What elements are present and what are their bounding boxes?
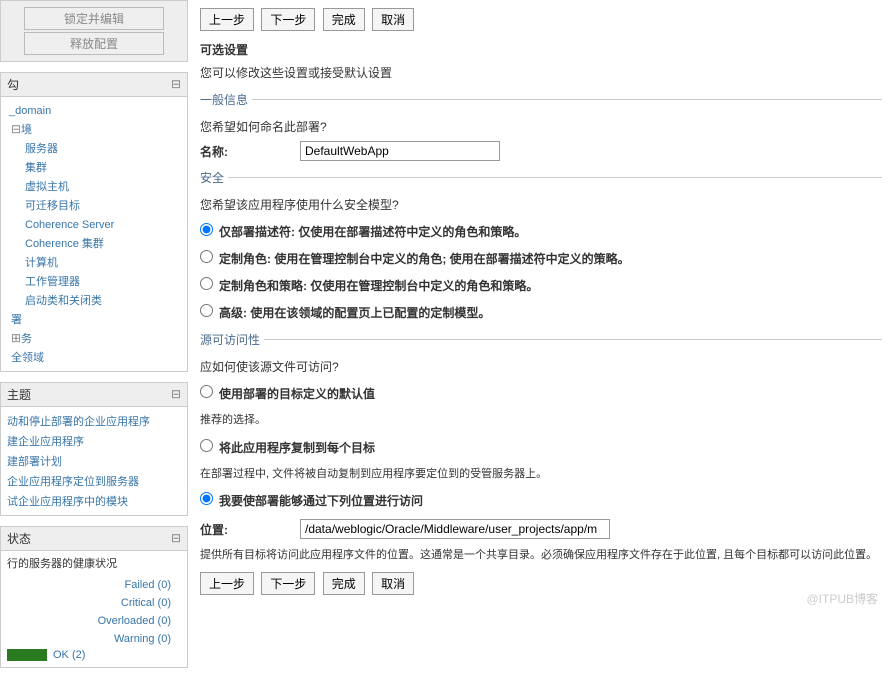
prev-button[interactable]: 上一步 [200,572,254,595]
source-rec: 推荐的选择。 [200,412,882,429]
wizard-buttons-top: 上一步 下一步 完成 取消 [200,8,882,31]
next-button[interactable]: 下一步 [261,8,315,31]
status-list: Failed (0) Critical (0) Overloaded (0) W… [7,575,181,663]
next-button[interactable]: 下一步 [261,572,315,595]
general-legend: 一般信息 [200,91,252,108]
cancel-button[interactable]: 取消 [372,8,414,31]
collapse-icon[interactable]: ⊟ [171,531,181,546]
general-fieldset: 一般信息 [200,91,882,108]
tree-domain[interactable]: _domain [9,105,51,117]
main-content: 上一步 下一步 完成 取消 可选设置 您可以修改这些设置或接受默认设置 一般信息… [200,0,890,613]
status-overloaded[interactable]: Overloaded (0) [98,615,171,627]
nav-header: 勾 [7,76,19,93]
source-legend: 源可访问性 [200,331,264,348]
tree-env[interactable]: 境 [21,124,32,136]
tree-vhosts[interactable]: 虚拟主机 [25,181,69,193]
status-desc: 行的服务器的健康状况 [7,555,181,571]
security-question: 您希望该应用程序使用什么安全模型? [200,196,882,213]
release-config-button[interactable]: 释放配置 [24,32,164,55]
security-legend: 安全 [200,169,228,186]
task-link[interactable]: 建部署计划 [7,456,62,468]
name-label: 名称: [200,143,300,160]
source-opt2: 将此应用程序复制到每个目标 [219,439,375,456]
source-opt3: 我要使部署能够通过下列位置进行访问 [219,492,423,509]
status-warning[interactable]: Warning (0) [114,633,171,645]
domain-structure-panel: 勾 ⊟ _domain ⊟境 服务器 集群 虚拟主机 可迁移目标 Coheren… [0,72,188,372]
tree-deploy[interactable]: 署 [11,314,22,326]
task-link[interactable]: 建企业应用程序 [7,436,84,448]
tree-migratable[interactable]: 可迁移目标 [25,200,80,212]
name-input[interactable] [300,141,500,161]
security-radio-1[interactable] [200,223,213,236]
status-ok[interactable]: OK (2) [53,649,85,661]
collapse-icon[interactable]: ⊟ [171,387,181,402]
source-radio-2[interactable] [200,439,213,452]
tree-coherence-cluster[interactable]: Coherence 集群 [25,238,104,250]
tree-startup[interactable]: 启动类和关闭类 [25,295,102,307]
source-radio-1[interactable] [200,385,213,398]
source-copy-desc: 在部署过程中, 文件将被自动复制到应用程序要定位到的受管服务器上。 [200,466,882,483]
security-opt2: 定制角色: 使用在管理控制台中定义的角色; 使用在部署描述符中定义的策略。 [219,250,630,267]
tree-coherence-server[interactable]: Coherence Server [25,219,114,231]
security-radio-3[interactable] [200,277,213,290]
security-opt3: 定制角色和策略: 仅使用在管理控制台中定义的角色和策略。 [219,277,538,294]
source-question: 应如何使该源文件可访问? [200,358,882,375]
prev-button[interactable]: 上一步 [200,8,254,31]
status-critical[interactable]: Critical (0) [121,597,171,609]
task-link[interactable]: 动和停止部署的企业应用程序 [7,416,150,428]
tasks-panel: 主题 ⊟ 动和停止部署的企业应用程序 建企业应用程序 建部署计划 企业应用程序定… [0,382,188,516]
tree-servers[interactable]: 服务器 [25,143,58,155]
status-header: 状态 [7,530,31,547]
nav-tree: _domain ⊟境 服务器 集群 虚拟主机 可迁移目标 Coherence S… [7,101,181,367]
lock-edit-button[interactable]: 锁定并编辑 [24,7,164,30]
cancel-button[interactable]: 取消 [372,572,414,595]
optional-settings-desc: 您可以修改这些设置或接受默认设置 [200,64,882,81]
security-radio-2[interactable] [200,250,213,263]
collapse-icon[interactable]: ⊟ [171,77,181,92]
status-panel: 状态 ⊟ 行的服务器的健康状况 Failed (0) Critical (0) … [0,526,188,668]
location-input[interactable] [300,519,610,539]
optional-settings-title: 可选设置 [200,41,882,58]
security-fieldset: 安全 [200,169,882,186]
tree-workmanager[interactable]: 工作管理器 [25,276,80,288]
finish-button[interactable]: 完成 [323,572,365,595]
task-link[interactable]: 试企业应用程序中的模块 [7,496,128,508]
task-list: 动和停止部署的企业应用程序 建企业应用程序 建部署计划 企业应用程序定位到服务器… [7,411,181,511]
tree-security[interactable]: 全领域 [11,352,44,364]
ok-bar-icon [7,649,47,661]
watermark: @ITPUB博客 [806,590,878,607]
location-label: 位置: [200,521,300,538]
task-link[interactable]: 企业应用程序定位到服务器 [7,476,139,488]
location-help: 提供所有目标将访问此应用程序文件的位置。这通常是一个共享目录。必须确保应用程序文… [200,547,882,564]
tree-computers[interactable]: 计算机 [25,257,58,269]
change-center-panel: 锁定并编辑 释放配置 [0,0,188,62]
status-failed[interactable]: Failed (0) [125,579,171,591]
security-opt4: 高级: 使用在该领域的配置页上已配置的定制模型。 [219,304,490,321]
general-question: 您希望如何命名此部署? [200,118,882,135]
security-radio-4[interactable] [200,304,213,317]
tasks-header: 主题 [7,386,31,403]
finish-button[interactable]: 完成 [323,8,365,31]
tree-services[interactable]: 务 [21,333,32,345]
source-opt1: 使用部署的目标定义的默认值 [219,385,375,402]
security-opt1: 仅部署描述符: 仅使用在部署描述符中定义的角色和策略。 [219,223,526,240]
wizard-buttons-bottom: 上一步 下一步 完成 取消 [200,572,882,595]
tree-clusters[interactable]: 集群 [25,162,47,174]
source-fieldset: 源可访问性 [200,331,882,348]
source-radio-3[interactable] [200,492,213,505]
